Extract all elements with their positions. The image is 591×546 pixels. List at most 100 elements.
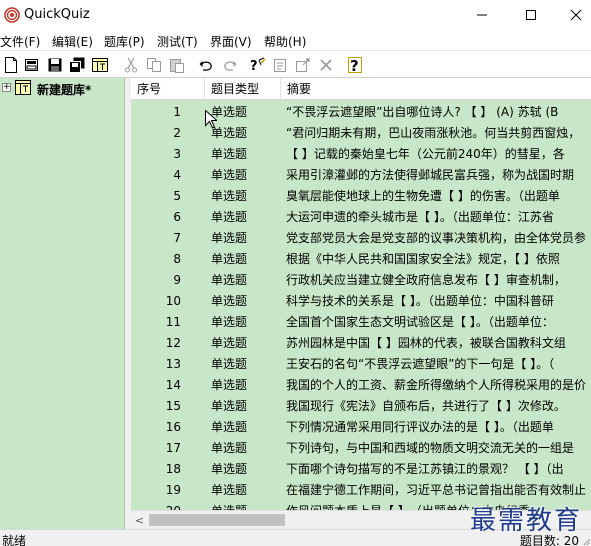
cell-type: 单选题 bbox=[211, 231, 248, 245]
cell-summary: 在福建宁德工作期间，习近平总书记曾指出能否有效制止 bbox=[286, 483, 587, 497]
cell-number: 7 bbox=[173, 231, 181, 245]
question-bank-tree: + 新建题库* bbox=[0, 78, 125, 529]
table-row[interactable]: 1 单选题 “不畏浮云遮望眼”出自哪位诗人? 【 】 (A) 苏轼 (B bbox=[131, 102, 591, 123]
cell-summary: 党支部党员大会是党支部的议事决策机构，由全体党员参 bbox=[286, 231, 587, 245]
cell-type: 单选题 bbox=[211, 501, 283, 510]
cell-number: 4 bbox=[173, 168, 181, 182]
new-document-button[interactable] bbox=[1, 55, 21, 75]
cell-number: 17 bbox=[165, 441, 181, 455]
help-button[interactable]: ? bbox=[345, 55, 365, 75]
table-row[interactable]: 11 单选题 全国首个国家生态文明试验区是【 】。（出题单位： bbox=[131, 312, 591, 333]
cell-type: 单选题 bbox=[211, 210, 248, 224]
save-button[interactable] bbox=[45, 55, 65, 75]
menu-file[interactable]: 文件(F) bbox=[0, 33, 40, 50]
cell-type: 单选题 bbox=[211, 357, 248, 371]
list-header: 序号 题目类型 摘要 bbox=[131, 78, 591, 100]
cell-number: 14 bbox=[165, 378, 181, 392]
table-row[interactable]: 12 单选题 苏州园林是中国【 】园林的代表，被联合国教科文组 bbox=[131, 333, 591, 354]
column-header-summary[interactable]: 摘要 bbox=[281, 78, 591, 100]
maximize-icon bbox=[526, 10, 536, 20]
cell-type: 单选题 bbox=[211, 189, 248, 203]
cell-number: 16 bbox=[165, 420, 181, 434]
copy-icon bbox=[147, 58, 161, 72]
open-folder-icon bbox=[25, 59, 38, 71]
cell-type: 单选题 bbox=[211, 441, 248, 455]
table-row[interactable]: 10 单选题 科学与技术的关系是【 】。（出题单位：中国科普研 bbox=[131, 291, 591, 312]
cell-number: 1 bbox=[173, 105, 181, 119]
table-row[interactable]: 18 单选题 下面哪个诗句描写的不是江苏镇江的景观？ 【 】（出 bbox=[131, 459, 591, 480]
cell-summary: 王安石的名句“不畏浮云遮望眼”的下一句是【 】。（ bbox=[286, 357, 555, 371]
cell-number: 13 bbox=[165, 357, 181, 371]
cell-number: 12 bbox=[165, 336, 181, 350]
table-row[interactable]: 3 单选题 【 】记载的秦始皇七年（公元前240年）的彗星，各 bbox=[131, 144, 591, 165]
cell-summary: 【 】记载的秦始皇七年（公元前240年）的彗星，各 bbox=[286, 147, 565, 161]
tree-expander[interactable]: + bbox=[2, 83, 11, 92]
open-button[interactable] bbox=[22, 55, 42, 75]
cell-summary: 下面哪个诗句描写的不是江苏镇江的景观？ 【 】（出 bbox=[286, 462, 564, 476]
table-row[interactable]: 13 单选题 王安石的名句“不畏浮云遮望眼”的下一句是【 】。（ bbox=[131, 354, 591, 375]
undo-button[interactable] bbox=[197, 55, 217, 75]
menu-bank[interactable]: 题库(P) bbox=[104, 33, 145, 50]
cell-number: 19 bbox=[165, 483, 181, 497]
column-header-type[interactable]: 题目类型 bbox=[205, 78, 281, 100]
edit-question-icon bbox=[274, 59, 286, 72]
list-rows: 1 单选题 “不畏浮云遮望眼”出自哪位诗人? 【 】 (A) 苏轼 (B 2 单选题 “君… bbox=[131, 102, 591, 510]
delete-button[interactable] bbox=[316, 55, 336, 75]
question-bank-icon bbox=[15, 80, 31, 95]
table-row[interactable]: 17 单选题 下列诗句，与中国和西域的物质文明交流无关的一组是 bbox=[131, 438, 591, 459]
cell-type: 单选题 bbox=[211, 147, 248, 161]
cell-number: 18 bbox=[165, 462, 181, 476]
redo-button[interactable] bbox=[219, 55, 239, 75]
table-row[interactable]: 8 单选题 根据《中华人民共和国国家安全法》规定，【 】依照 bbox=[131, 249, 591, 270]
import-button[interactable] bbox=[293, 55, 313, 75]
scrollbar-thumb[interactable] bbox=[149, 514, 285, 526]
cell-number: 15 bbox=[165, 399, 181, 413]
cell-type: 单选题 bbox=[211, 378, 248, 392]
edit-question-button[interactable] bbox=[271, 55, 291, 75]
cell-type: 单选题 bbox=[211, 252, 248, 266]
undo-icon bbox=[199, 61, 212, 71]
save-all-button[interactable] bbox=[67, 55, 87, 75]
table-row[interactable]: 16 单选题 下列情况通常采用同行评议办法的是【 】。（出题单 bbox=[131, 417, 591, 438]
menu-edit[interactable]: 编辑(E) bbox=[52, 33, 93, 50]
cell-summary: 我国现行《宪法》自颁布后，共进行了【 】次修改。 bbox=[286, 399, 566, 413]
table-row[interactable]: 19 单选题 在福建宁德工作期间，习近平总书记曾指出能否有效制止 bbox=[131, 480, 591, 501]
window-button[interactable] bbox=[90, 55, 110, 75]
tree-root-node[interactable]: 新建题库* bbox=[37, 81, 91, 98]
table-row[interactable]: 5 单选题 臭氧层能使地球上的生物免遭【 】的伤害。（出题单 bbox=[131, 186, 591, 207]
cut-button[interactable] bbox=[121, 55, 141, 75]
table-row[interactable]: 7 单选题 党支部党员大会是党支部的议事决策机构，由全体党员参 bbox=[131, 228, 591, 249]
menu-help[interactable]: 帮助(H) bbox=[264, 33, 306, 50]
paste-button[interactable] bbox=[167, 55, 187, 75]
resize-grip-icon[interactable] bbox=[581, 536, 591, 546]
table-row[interactable]: 2 单选题 “君问归期未有期，巴山夜雨涨秋池。何当共剪西窗烛， bbox=[131, 123, 591, 144]
copy-button[interactable] bbox=[144, 55, 164, 75]
minimize-button[interactable] bbox=[459, 0, 505, 30]
cell-number: 3 bbox=[173, 147, 181, 161]
column-header-number[interactable]: 序号 bbox=[131, 78, 205, 100]
title-bar: QuickQuiz bbox=[0, 0, 591, 30]
save-all-icon bbox=[69, 57, 85, 73]
cell-number: 2 bbox=[173, 126, 181, 140]
table-row[interactable]: 6 单选题 大运河申遗的牵头城市是【 】。（出题单位：江苏省 bbox=[131, 207, 591, 228]
cell-type: 单选题 bbox=[211, 168, 248, 182]
svg-text:?: ? bbox=[250, 59, 258, 73]
cell-number: 11 bbox=[165, 315, 181, 329]
cell-summary: 行政机关应当建立健全政府信息发布【 】审查机制， bbox=[286, 273, 566, 287]
cell-summary: 全国首个国家生态文明试验区是【 】。（出题单位： bbox=[286, 315, 554, 329]
scroll-left-button[interactable]: < bbox=[131, 511, 148, 529]
table-row[interactable]: 14 单选题 我国的个人的工资、薪金所得缴纳个人所得税采用的是价 bbox=[131, 375, 591, 396]
table-row[interactable]: 15 单选题 我国现行《宪法》自颁布后，共进行了【 】次修改。 bbox=[131, 396, 591, 417]
new-question-button[interactable]: ? bbox=[248, 55, 268, 75]
copy-window-icon bbox=[92, 58, 108, 72]
menu-test[interactable]: 测试(T) bbox=[157, 33, 198, 50]
table-row[interactable]: 4 单选题 采用引漳灌邺的方法使得邺城民富兵强，称为战国时期 bbox=[131, 165, 591, 186]
close-button[interactable] bbox=[553, 0, 591, 30]
paste-icon bbox=[170, 59, 184, 73]
toolbar-separator bbox=[115, 56, 116, 74]
chevron-left-icon: < bbox=[134, 513, 145, 527]
menu-view[interactable]: 界面(V) bbox=[210, 33, 252, 50]
maximize-button[interactable] bbox=[508, 0, 554, 30]
table-row[interactable]: 9 单选题 行政机关应当建立健全政府信息发布【 】审查机制， bbox=[131, 270, 591, 291]
cut-icon bbox=[125, 57, 137, 73]
